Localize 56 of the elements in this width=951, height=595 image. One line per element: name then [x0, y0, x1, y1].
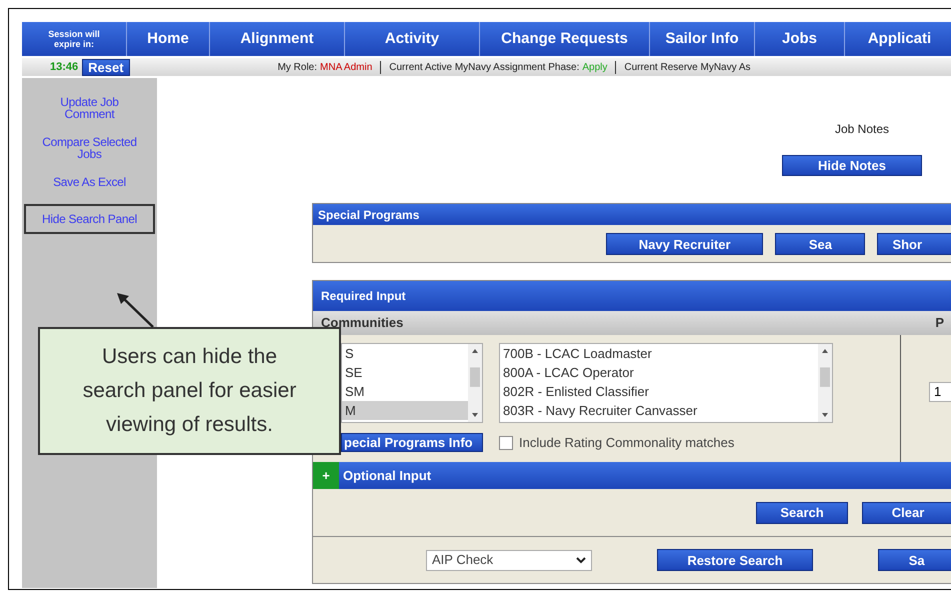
- footer-button[interactable]: Sa: [878, 549, 951, 571]
- session-timer: 13:46: [50, 60, 78, 75]
- list-option[interactable]: SM: [342, 382, 468, 401]
- chevron-down-icon: [576, 556, 586, 564]
- communities-label: Communities: [321, 314, 404, 332]
- sidebar-link[interactable]: Compare Selected Jobs: [34, 136, 144, 160]
- footer-button[interactable]: Restore Search: [657, 549, 813, 571]
- callout-text: search panel for easier: [82, 378, 296, 404]
- status-label: Current Reserve MyNavy As: [624, 60, 751, 74]
- job-notes-label: Job Notes: [834, 121, 889, 138]
- panel-header: Special Programs: [313, 204, 951, 225]
- sidebar-link[interactable]: Update Job Comment: [34, 96, 144, 120]
- nav-tab[interactable]: Activity: [345, 22, 480, 56]
- session-label: Session will expire in:: [22, 22, 127, 56]
- callout-text: viewing of results.: [106, 412, 273, 438]
- program-button[interactable]: Sea: [775, 233, 866, 255]
- list-option[interactable]: 802R - Enlisted Classifier: [500, 382, 818, 401]
- expand-button[interactable]: +: [313, 462, 339, 489]
- status-label: Current Active MyNavy Assignment Phase:: [389, 60, 580, 74]
- commonality-label: Include Rating Commonality matches: [519, 434, 734, 452]
- action-button[interactable]: Clear: [862, 502, 951, 524]
- list-option[interactable]: M: [342, 401, 468, 420]
- sidebar-link[interactable]: Hide Search Panel: [24, 204, 155, 234]
- sidebar-link[interactable]: Save As Excel: [34, 176, 144, 188]
- program-button[interactable]: Shor: [877, 233, 951, 255]
- list-option[interactable]: S: [342, 344, 468, 363]
- panel-header: Required Input: [313, 281, 951, 311]
- nav-tab[interactable]: Change Requests: [480, 22, 650, 56]
- list-option[interactable]: SE: [342, 363, 468, 382]
- scrollbar-icon[interactable]: [818, 344, 832, 422]
- column-header: P: [935, 314, 944, 332]
- action-button[interactable]: Search: [756, 502, 848, 524]
- nav-tab[interactable]: Home: [127, 22, 210, 56]
- status-value: Apply: [582, 60, 608, 74]
- callout-text: Users can hide the: [102, 344, 278, 370]
- status-label: My Role:: [278, 60, 318, 74]
- value-field[interactable]: 1: [929, 382, 951, 402]
- programs-info-button[interactable]: pecial Programs Info: [341, 433, 483, 452]
- status-value: MNA Admin: [320, 60, 372, 74]
- pointer-arrow: [116, 292, 156, 329]
- scrollbar-icon[interactable]: [468, 344, 482, 422]
- list-option[interactable]: 700B - LCAC Loadmaster: [500, 344, 818, 363]
- nav-tab[interactable]: Applicati: [845, 22, 951, 56]
- panel-title: Optional Input: [343, 466, 432, 485]
- nav-tab[interactable]: Alignment: [210, 22, 345, 56]
- program-button[interactable]: Navy Recruiter: [606, 233, 764, 255]
- communities-list[interactable]: S SE SM M: [341, 343, 483, 423]
- nav-tab[interactable]: Jobs: [755, 22, 845, 56]
- list-option[interactable]: 800A - LCAC Operator: [500, 363, 818, 382]
- commonality-checkbox[interactable]: [499, 436, 513, 450]
- hide-notes-button[interactable]: Hide Notes: [782, 155, 922, 176]
- list-option[interactable]: 803R - Navy Recruiter Canvasser: [500, 401, 818, 420]
- ratings-list[interactable]: 700B - LCAC Loadmaster 800A - LCAC Operator 802R - Enlisted Classifier 803R - Navy Recruiter Canvasser: [499, 343, 833, 423]
- nav-tab[interactable]: Sailor Info: [650, 22, 755, 56]
- reset-button[interactable]: Reset: [82, 58, 130, 76]
- aip-select[interactable]: AIP Check: [426, 550, 592, 570]
